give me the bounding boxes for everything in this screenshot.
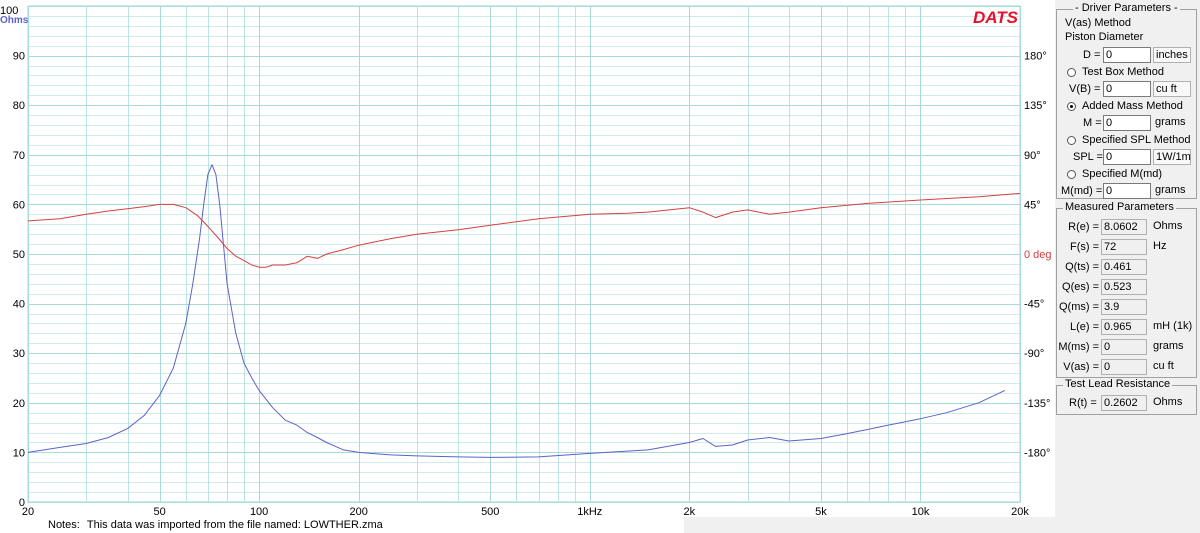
y-right-tick-label: -180° [1024, 447, 1050, 459]
x-tick-label: 2k [684, 506, 696, 517]
notes-bar: Notes: This data was imported from the f… [0, 517, 684, 533]
impedance-phase-chart: 20 50 100 200 500 1kHz 2k 5k 10k 20k 0 10 20 30 40 50 6… [0, 0, 1055, 517]
measured-value[interactable] [1101, 279, 1147, 295]
measured-value[interactable] [1101, 359, 1147, 375]
x-tick-label: 10k [912, 506, 930, 517]
y-right-tick-label: -135° [1024, 398, 1050, 410]
measured-value[interactable] [1101, 319, 1147, 335]
measured-label: M(ms) = [1058, 341, 1099, 353]
measured-value[interactable] [1101, 299, 1147, 315]
measured-parameters-panel: Measured Parameters R(e) = Ohms F(s) = Hz Q(… [1056, 201, 1197, 378]
d-label: D = [1083, 49, 1101, 61]
x-tick-label: 50 [153, 506, 165, 517]
m-input[interactable] [1103, 115, 1151, 131]
measured-label: L(e) = [1069, 321, 1099, 333]
spl-label: SPL = [1073, 151, 1103, 163]
y-left-tick-label: 0 [19, 497, 25, 509]
y-left-tick-label: 80 [13, 100, 25, 112]
m-label: M = [1083, 117, 1102, 129]
spl-input[interactable] [1103, 149, 1151, 165]
x-tick-labels: 20 50 100 200 500 1kHz 2k 5k 10k 20k [22, 506, 1029, 517]
measured-unit: grams [1153, 340, 1184, 352]
measured-parameters-title: Measured Parameters [1063, 201, 1176, 213]
y-left-tick-label: 90 [13, 51, 25, 63]
y-right-tick-label: 180° [1024, 51, 1047, 63]
measured-label: Q(ms) = [1058, 301, 1099, 313]
chart-grid [27, 5, 1021, 503]
x-tick-label: 100 [250, 506, 268, 517]
vb-label: V(B) = [1069, 83, 1101, 95]
vas-method-label: V(as) Method [1065, 17, 1132, 29]
y-right-tick-label: -45° [1024, 299, 1044, 311]
added-mass-label[interactable]: Added Mass Method [1082, 100, 1183, 112]
x-tick-label: 20k [1011, 506, 1029, 517]
y-left-tick-label: 40 [13, 299, 25, 311]
y-left-tick-label: 70 [13, 150, 25, 162]
test-lead-panel: Test Lead Resistance R(t) = Ohms [1056, 378, 1197, 415]
x-tick-label: 500 [481, 506, 499, 517]
measured-unit [1151, 279, 1197, 295]
mmd-label: M(md) = [1061, 185, 1103, 197]
measured-value[interactable] [1101, 239, 1147, 255]
measured-unit [1151, 299, 1197, 315]
x-tick-label: 200 [349, 506, 367, 517]
d-input[interactable] [1103, 47, 1151, 63]
y-right-tick-label: 135° [1024, 100, 1047, 112]
y-left-tick-label: 10 [13, 447, 25, 459]
measured-label: R(e) = [1068, 221, 1099, 233]
notes-label: Notes: [48, 519, 80, 531]
measured-label: Q(ts) = [1065, 261, 1099, 273]
spl-method-radio[interactable] [1067, 136, 1076, 145]
measured-unit: mH (1k) [1153, 320, 1193, 332]
y-left-tick-label: 30 [13, 348, 25, 360]
driver-parameters-title: - Driver Parameters - [1073, 2, 1180, 14]
vb-unit: cu ft [1153, 81, 1191, 97]
m-unit: grams [1155, 116, 1186, 128]
measured-unit: cu ft [1153, 360, 1174, 372]
measured-unit [1151, 259, 1197, 275]
measured-label: Q(es) = [1062, 281, 1099, 293]
chart-svg: 20 50 100 200 500 1kHz 2k 5k 10k 20k 010203040506… [0, 5, 1052, 517]
measured-value[interactable] [1101, 219, 1147, 235]
vb-input[interactable] [1103, 81, 1151, 97]
spl-method-label[interactable]: Specified SPL Method [1082, 134, 1190, 146]
measured-unit: Hz [1153, 240, 1167, 252]
y-left-tick-label: 20 [13, 398, 25, 410]
added-mass-radio[interactable] [1067, 102, 1076, 111]
y-right-zero-label: 0 deg [1024, 249, 1052, 261]
x-tick-label: 5k [815, 506, 827, 517]
measured-label: V(as) = [1063, 361, 1099, 373]
y-right-tick-label: -90° [1024, 348, 1044, 360]
y-left-tick-label: 60 [13, 199, 25, 211]
piston-diameter-label: Piston Diameter [1065, 31, 1144, 43]
y-right-tick-labels: -180° -135° -90° -45° 0 deg 45° 90° 135° 180° [1024, 51, 1052, 460]
test-lead-title: Test Lead Resistance [1063, 378, 1173, 390]
y-right-tick-label: 45° [1024, 199, 1041, 211]
mmd-input[interactable] [1103, 183, 1151, 199]
measured-label: F(s) = [1069, 241, 1099, 253]
y-right-tick-label: 90° [1024, 150, 1041, 162]
mmd-method-label[interactable]: Specified M(md) [1082, 168, 1162, 180]
mmd-unit: grams [1155, 184, 1186, 196]
measured-value[interactable] [1101, 259, 1147, 275]
x-tick-label: 1kHz [577, 506, 602, 517]
rt-unit: Ohms [1153, 396, 1183, 408]
measured-value[interactable] [1101, 339, 1147, 355]
dats-logo: DATS [973, 8, 1019, 27]
spl-unit: 1W/1m [1153, 149, 1191, 165]
rt-label: R(t) = [1069, 397, 1097, 409]
measured-unit: Ohms [1153, 220, 1183, 232]
driver-parameters-panel: - Driver Parameters - V(as) Method Pisto… [1056, 2, 1197, 199]
y-left-tick-label: 50 [13, 249, 25, 261]
test-box-label[interactable]: Test Box Method [1082, 66, 1164, 78]
y-left-tick-labels: 0102030405060708090100Ohms [0, 5, 29, 509]
rt-field[interactable] [1101, 395, 1147, 411]
test-box-radio[interactable] [1067, 68, 1076, 77]
mmd-method-radio[interactable] [1067, 170, 1076, 179]
notes-text: This data was imported from the file nam… [86, 519, 383, 531]
y-left-axis-label: Ohms [0, 15, 29, 26]
d-unit: inches [1153, 47, 1191, 63]
